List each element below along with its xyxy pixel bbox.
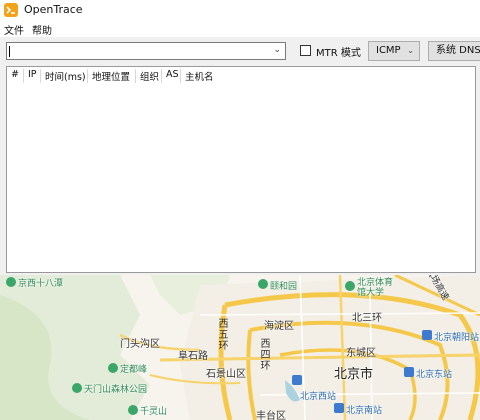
column-header-hostname[interactable]: 主机名 [181,69,221,83]
map-label-fushilu: 阜石路 [178,351,208,362]
menu-help[interactable]: 帮助 [32,22,52,37]
menu-file[interactable]: 文件 [4,22,24,37]
window-title: OpenTrace [24,3,83,16]
route-map[interactable]: 京西十八潭 颐和园 北京体育 馆大学 机场高速 海淀区 北三环 北京朝阳站 门头… [0,275,480,420]
map-label-yiheyuan: 颐和园 [270,282,298,292]
column-header-time[interactable]: 时间(ms) [41,69,88,83]
dns-value: 系统 DNS [436,45,480,56]
map-label-beijingdong: 北京东站 [416,370,453,380]
text-cursor [9,46,10,57]
map-label-beijing-tiyu-2: 馆大学 [357,288,385,298]
chevron-down-icon: ⌄ [407,46,414,55]
station-icon[interactable] [404,367,414,377]
dns-select[interactable]: 系统 DNS [428,41,480,61]
map-label-tianmen: 天门山森林公园 [84,385,148,395]
map-background [0,275,480,420]
column-header-hop[interactable]: # [7,69,24,83]
poi-pin-icon[interactable] [345,281,355,291]
map-label-beijingxi: 北京西站 [300,392,337,402]
map-label-shijingshan: 石景山区 [206,369,246,380]
map-label-qianlingshan: 千灵山 [140,407,168,417]
column-header-org[interactable]: 组织 [136,69,162,83]
poi-pin-icon[interactable] [258,279,268,289]
app-logo-icon [4,3,18,17]
target-host-combobox[interactable]: ⌄ [6,42,286,60]
toolbar: ⌄ MTR 模式 ICMP ⌄ 系统 DNS [0,37,480,65]
table-header: # IP 时间(ms) 地理位置 组织 AS 主机名 [7,67,475,83]
map-label-mentougou: 门头沟区 [120,339,160,350]
poi-pin-icon[interactable] [6,277,16,287]
poi-pin-icon[interactable] [108,363,118,373]
map-label-dongcheng: 东城区 [346,348,376,359]
column-header-ip[interactable]: IP [24,69,41,83]
mtr-checkbox[interactable] [300,45,311,56]
map-label-beijingnan: 北京南站 [346,406,383,416]
column-header-as[interactable]: AS [162,69,181,83]
map-label-jingxi: 京西十八潭 [18,279,64,289]
map-label-fengtai: 丰台区 [256,411,286,420]
protocol-value: ICMP [376,45,401,56]
trace-results-table[interactable]: # IP 时间(ms) 地理位置 组织 AS 主机名 [6,66,476,273]
map-label-haidian: 海淀区 [264,321,294,332]
chevron-down-icon[interactable]: ⌄ [273,45,281,55]
mtr-label: MTR 模式 [316,48,361,59]
title-bar: OpenTrace [0,0,480,20]
map-label-dingdufeng: 定都峰 [120,365,148,375]
poi-pin-icon[interactable] [72,383,82,393]
map-label-xiwuhuan: 西五环 [218,319,229,352]
map-label-beisanhuan: 北三环 [352,313,382,324]
poi-pin-icon[interactable] [128,405,138,415]
station-icon[interactable] [422,330,432,340]
map-label-xisihuan: 西四环 [260,339,271,372]
station-icon[interactable] [292,375,302,385]
map-label-chaoyang: 北京朝阳站 [434,333,480,343]
map-label-beijing-city: 北京市 [334,367,374,382]
protocol-select[interactable]: ICMP ⌄ [368,41,420,61]
column-header-location[interactable]: 地理位置 [88,69,136,83]
menu-bar: 文件 帮助 [0,20,480,37]
station-icon[interactable] [334,403,344,413]
